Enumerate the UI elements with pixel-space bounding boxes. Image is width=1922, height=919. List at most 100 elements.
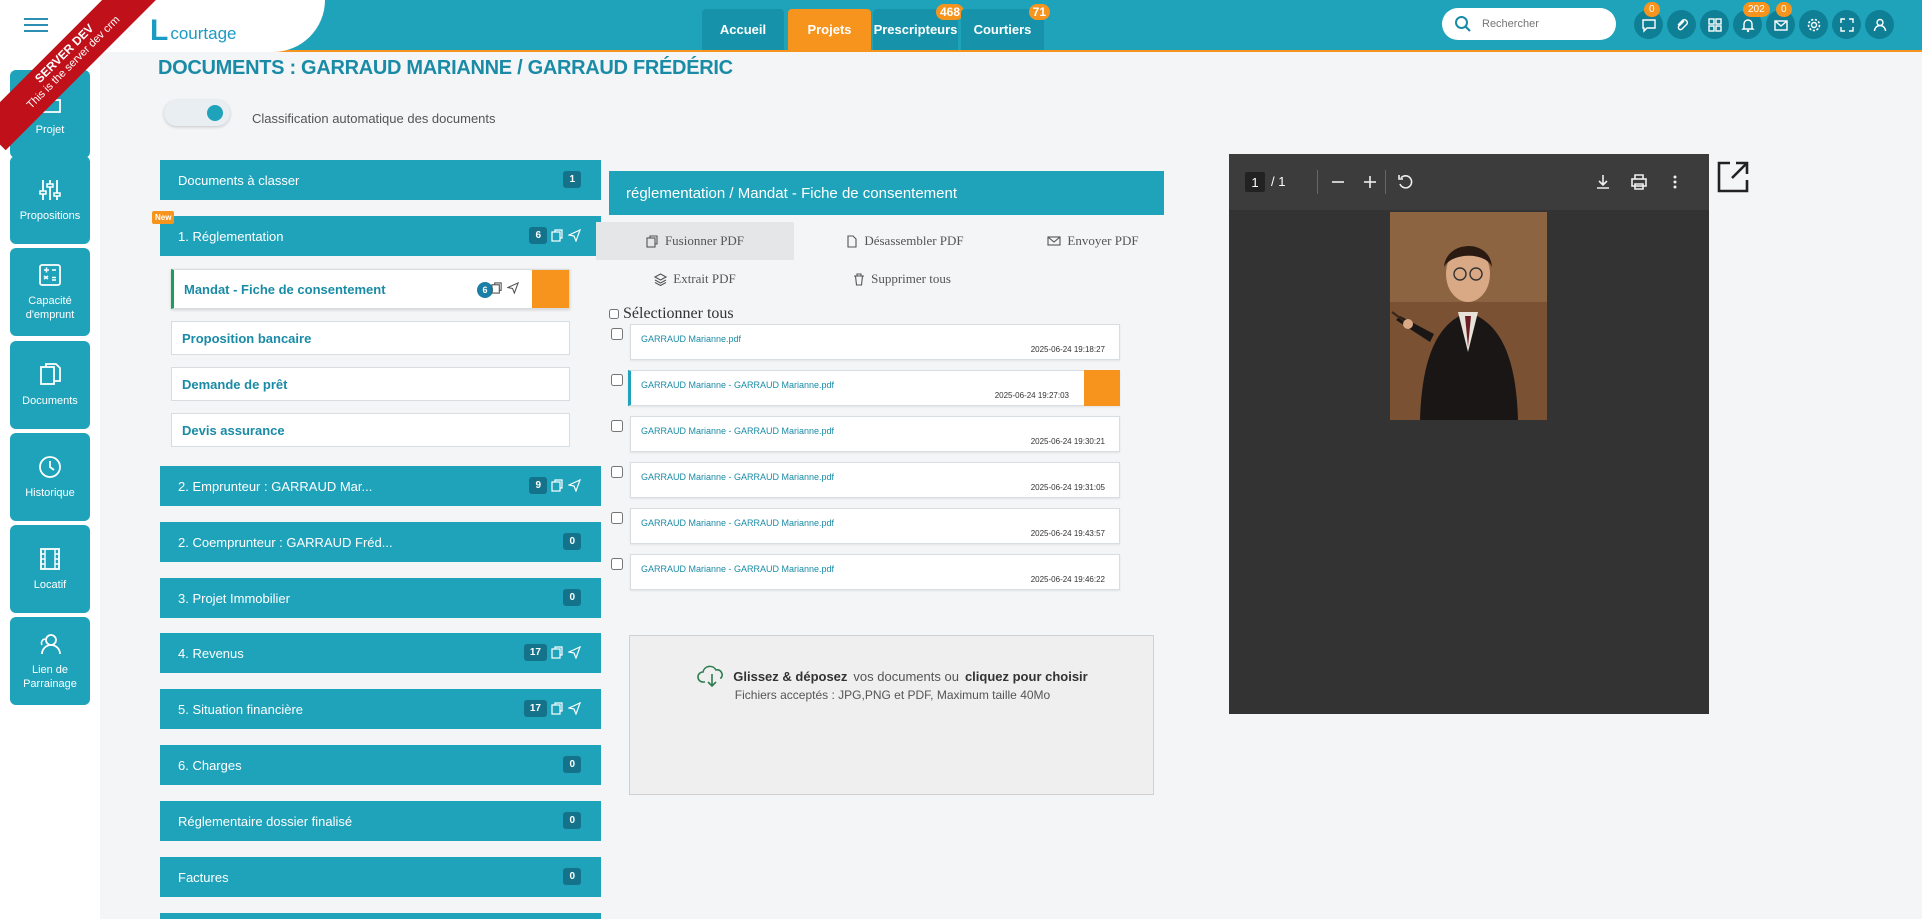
file-row[interactable]: GARRAUD Marianne - GARRAUD Marianne.pdf …: [630, 462, 1120, 498]
copy-icon[interactable]: [551, 702, 564, 715]
file-checkbox[interactable]: [611, 420, 623, 432]
send-icon[interactable]: [568, 479, 581, 492]
file-date: 2025-06-24 19:43:57: [1030, 529, 1105, 538]
tab-accueil[interactable]: Accueil: [702, 9, 784, 50]
sidebar-item-propositions[interactable]: Propositions: [10, 156, 90, 244]
profile-button[interactable]: [1865, 10, 1894, 39]
open-external-button[interactable]: [1716, 160, 1750, 194]
send-icon[interactable]: [568, 229, 581, 242]
subcategory-handle[interactable]: [532, 270, 569, 308]
tab-prescripteurs[interactable]: Prescripteurs 468: [873, 4, 964, 50]
file-checkbox[interactable]: [611, 466, 623, 478]
send-icon[interactable]: [568, 702, 581, 715]
copy-icon[interactable]: [551, 229, 564, 242]
file-name[interactable]: GARRAUD Marianne.pdf: [641, 334, 741, 344]
auto-classification-toggle[interactable]: [164, 100, 230, 126]
file-name[interactable]: GARRAUD Marianne - GARRAUD Marianne.pdf: [641, 564, 834, 574]
category-reglementation[interactable]: 1. Réglementation 6: [160, 216, 601, 256]
file-row[interactable]: GARRAUD Marianne - GARRAUD Marianne.pdf …: [630, 508, 1120, 544]
dropzone-drag-text: Glissez & déposez: [733, 668, 848, 684]
rotate-button[interactable]: [1396, 172, 1416, 192]
chat-button[interactable]: 0: [1634, 2, 1663, 39]
page-total: / 1: [1271, 174, 1286, 189]
select-all-checkbox[interactable]: [609, 309, 619, 319]
sidebar-item-historique[interactable]: Historique: [10, 433, 90, 521]
copy-icon[interactable]: [491, 282, 503, 294]
mail-button[interactable]: 0: [1766, 2, 1795, 39]
category-next[interactable]: [160, 913, 601, 919]
dropzone-click-text[interactable]: cliquez pour choisir: [965, 669, 1088, 684]
select-all[interactable]: Sélectionner tous: [609, 305, 734, 323]
file-row[interactable]: GARRAUD Marianne.pdf 2025-06-24 19:18:27: [630, 324, 1120, 360]
dropzone-instructions: Glissez & déposez vos documents ou cliqu…: [630, 664, 1155, 688]
search-input[interactable]: [1482, 18, 1602, 30]
category-label: 5. Situation financière: [178, 701, 304, 717]
file-checkbox[interactable]: [611, 328, 623, 340]
category-actions: 17: [523, 644, 581, 661]
subcategory-devis[interactable]: Devis assurance: [171, 413, 570, 447]
print-button[interactable]: [1629, 172, 1649, 192]
send-pdf-button[interactable]: Envoyer PDF: [1018, 222, 1168, 260]
subcategory-mandat[interactable]: Mandat - Fiche de consentement 6: [171, 269, 570, 309]
category-actions: 6: [529, 227, 581, 244]
category-projet-immobilier[interactable]: 3. Projet Immobilier 0: [160, 578, 601, 618]
search-box[interactable]: [1442, 8, 1616, 40]
more-options-button[interactable]: [1665, 172, 1685, 192]
sidebar-item-locatif[interactable]: Locatif: [10, 525, 90, 613]
file-name[interactable]: GARRAUD Marianne - GARRAUD Marianne.pdf: [641, 472, 834, 482]
printer-icon: [1629, 172, 1649, 192]
sidebar-item-documents[interactable]: Documents: [10, 341, 90, 429]
sidebar-item-parrainage[interactable]: Lien de Parrainage: [10, 617, 90, 705]
subcategory-proposition[interactable]: Proposition bancaire: [171, 321, 570, 355]
fullscreen-button[interactable]: [1832, 10, 1861, 39]
file-checkbox[interactable]: [611, 512, 623, 524]
zoom-in-button[interactable]: [1360, 172, 1380, 192]
apps-button[interactable]: [1700, 10, 1729, 39]
category-emprunteur[interactable]: 2. Emprunteur : GARRAUD Mar... 9: [160, 466, 601, 506]
delete-all-button[interactable]: Supprimer tous: [822, 260, 982, 298]
attachment-button[interactable]: [1667, 10, 1696, 39]
settings-button[interactable]: [1799, 10, 1828, 39]
logo[interactable]: L courtage: [150, 16, 237, 46]
sidebar-item-capacite[interactable]: Capacité d'emprunt: [10, 248, 90, 336]
subcategory-demande[interactable]: Demande de prêt: [171, 367, 570, 401]
logo-mark: L: [150, 14, 169, 47]
subcategory-label: Mandat - Fiche de consentement: [184, 281, 386, 297]
tab-label: Prescripteurs: [873, 22, 958, 37]
sidebar-item-label: Documents: [22, 395, 78, 407]
file-name[interactable]: GARRAUD Marianne - GARRAUD Marianne.pdf: [641, 380, 834, 390]
category-revenus[interactable]: 4. Revenus 17: [160, 633, 601, 673]
zoom-out-button[interactable]: [1328, 172, 1348, 192]
tab-courtiers[interactable]: Courtiers 71: [961, 4, 1050, 50]
tab-projets[interactable]: Projets: [788, 9, 871, 50]
file-name[interactable]: GARRAUD Marianne - GARRAUD Marianne.pdf: [641, 518, 834, 528]
file-row-handle[interactable]: [1084, 370, 1120, 406]
file-checkbox[interactable]: [611, 374, 623, 386]
menu-icon[interactable]: [24, 14, 52, 36]
expand-icon: [1839, 17, 1855, 33]
category-count: 9: [529, 477, 547, 494]
merge-pdf-button[interactable]: Fusionner PDF: [596, 222, 794, 260]
copy-icon[interactable]: [551, 646, 564, 659]
category-situation-financiere[interactable]: 5. Situation financière 17: [160, 689, 601, 729]
file-checkbox[interactable]: [611, 558, 623, 570]
notifications-button[interactable]: 202: [1733, 2, 1770, 39]
split-pdf-button[interactable]: Désassembler PDF: [820, 222, 990, 260]
page-number-input[interactable]: 1: [1245, 172, 1265, 192]
category-charges[interactable]: 6. Charges 0: [160, 745, 601, 785]
category-coemprunteur[interactable]: 2. Coemprunteur : GARRAUD Fréd... 0: [160, 522, 601, 562]
file-row[interactable]: GARRAUD Marianne - GARRAUD Marianne.pdf …: [630, 416, 1120, 452]
category-factures[interactable]: Factures 0: [160, 857, 601, 897]
file-name[interactable]: GARRAUD Marianne - GARRAUD Marianne.pdf: [641, 426, 834, 436]
category-a-classer[interactable]: Documents à classer 1: [160, 160, 601, 200]
extract-pdf-button[interactable]: Extrait PDF: [620, 260, 770, 298]
file-row[interactable]: GARRAUD Marianne - GARRAUD Marianne.pdf …: [630, 554, 1120, 590]
upload-dropzone[interactable]: Glissez & déposez vos documents ou cliqu…: [629, 635, 1154, 795]
category-reglementaire-finalise[interactable]: Réglementaire dossier finalisé 0: [160, 801, 601, 841]
category-count: 0: [563, 589, 581, 606]
copy-icon[interactable]: [551, 479, 564, 492]
send-icon[interactable]: [568, 646, 581, 659]
file-row-active[interactable]: GARRAUD Marianne - GARRAUD Marianne.pdf …: [628, 370, 1120, 406]
download-button[interactable]: [1593, 172, 1613, 192]
send-icon[interactable]: [507, 282, 519, 294]
